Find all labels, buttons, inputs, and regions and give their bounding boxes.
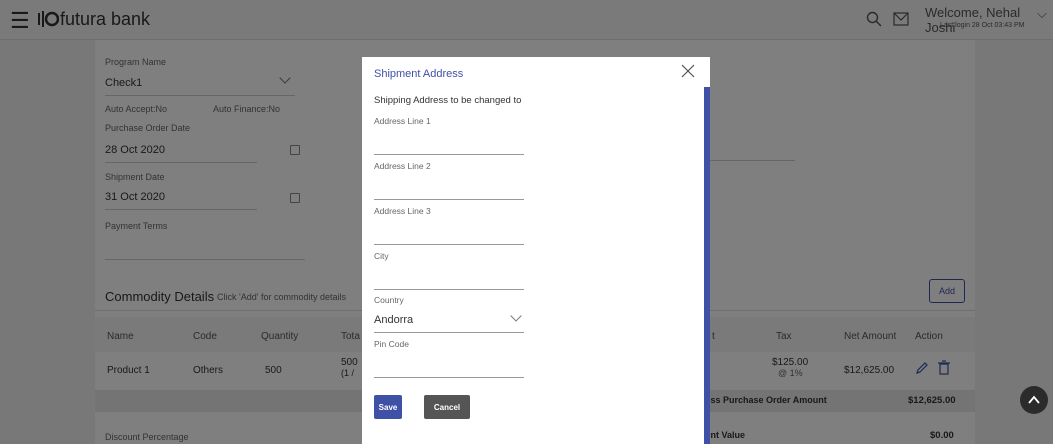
pin-code-input[interactable] — [374, 377, 524, 378]
country-select[interactable]: Andorra — [374, 314, 413, 326]
address-line-1-label: Address Line 1 — [374, 116, 431, 126]
address-line-2-label: Address Line 2 — [374, 161, 431, 171]
address-line-3-label: Address Line 3 — [374, 206, 431, 216]
city-label: City — [374, 251, 389, 261]
address-line-2-input[interactable] — [374, 199, 524, 200]
modal-title: Shipment Address — [374, 68, 464, 80]
city-input[interactable] — [374, 289, 524, 290]
modal-scrollbar[interactable] — [704, 87, 710, 444]
cancel-button[interactable]: Cancel — [424, 395, 470, 419]
scroll-top-button[interactable] — [1020, 386, 1048, 414]
address-line-3-input[interactable] — [374, 244, 524, 245]
country-label: Country — [374, 295, 404, 305]
shipment-address-modal: Shipment Address Shipping Address to be … — [362, 57, 710, 444]
chevron-down-icon[interactable] — [510, 310, 522, 322]
address-line-1-input[interactable] — [374, 154, 524, 155]
close-icon[interactable] — [680, 63, 696, 79]
country-underline — [374, 332, 524, 333]
chevron-up-icon — [1028, 395, 1040, 404]
modal-subtitle: Shipping Address to be changed to — [374, 95, 522, 106]
pin-code-label: Pin Code — [374, 339, 409, 349]
save-button[interactable]: Save — [374, 395, 402, 419]
